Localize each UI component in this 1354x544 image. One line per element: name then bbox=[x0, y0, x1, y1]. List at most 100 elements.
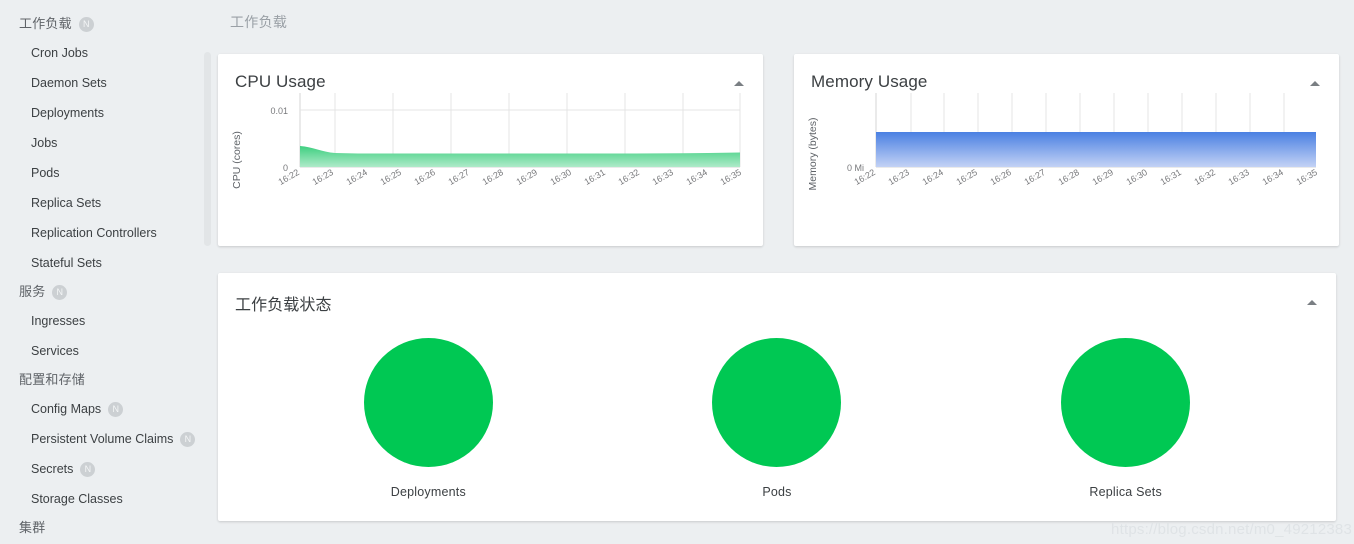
svg-text:16:26: 16:26 bbox=[412, 167, 437, 187]
memory-usage-chart: Memory (bytes) 0 Mi 16:22 16:23 16:24 16… bbox=[794, 92, 1339, 212]
sidebar-item-daemon-sets[interactable]: Daemon Sets bbox=[0, 68, 216, 98]
svg-text:CPU (cores): CPU (cores) bbox=[231, 131, 243, 189]
sidebar-item-storage-classes[interactable]: Storage Classes bbox=[0, 484, 216, 514]
dashboard-root: 工作负载 N Cron Jobs Daemon Sets Deployments… bbox=[0, 0, 1354, 544]
svg-text:16:28: 16:28 bbox=[480, 167, 505, 187]
svg-text:16:32: 16:32 bbox=[616, 167, 641, 187]
sidebar-item-cron-jobs[interactable]: Cron Jobs bbox=[0, 38, 216, 68]
replica-sets-status-pie[interactable] bbox=[1061, 338, 1191, 467]
svg-text:16:26: 16:26 bbox=[988, 167, 1013, 187]
sidebar-item-label: Config Maps bbox=[31, 402, 102, 416]
svg-text:16:30: 16:30 bbox=[548, 167, 573, 187]
deployments-status-pie[interactable] bbox=[363, 338, 493, 467]
svg-text:16:31: 16:31 bbox=[582, 167, 607, 187]
sidebar-item-pods[interactable]: Pods bbox=[0, 158, 216, 188]
main-content: 工作负载 CPU Usage CPU (cores) 0.01 0 16:22 … bbox=[216, 0, 1354, 544]
cpu-card-title: CPU Usage bbox=[235, 72, 326, 91]
cpu-usage-card: CPU Usage CPU (cores) 0.01 0 16:22 16:23… bbox=[218, 54, 763, 246]
sidebar-item-label: Ingresses bbox=[31, 314, 86, 328]
sidebar-item-secrets[interactable]: Secrets N bbox=[0, 454, 216, 484]
sidebar-item-replica-sets[interactable]: Replica Sets bbox=[0, 188, 216, 218]
svg-text:16:27: 16:27 bbox=[446, 167, 471, 187]
cpu-usage-chart: CPU (cores) 0.01 0 16:22 16:23 16:24 16:… bbox=[218, 92, 763, 212]
namespace-badge: N bbox=[52, 284, 68, 300]
workload-status-title: 工作负载状态 bbox=[235, 297, 332, 314]
sidebar-group-label: 配置和存储 bbox=[19, 372, 86, 387]
svg-text:16:28: 16:28 bbox=[1056, 167, 1081, 187]
memory-card-title: Memory Usage bbox=[811, 72, 928, 91]
svg-text:16:33: 16:33 bbox=[1226, 167, 1251, 187]
sidebar-item-ingresses[interactable]: Ingresses bbox=[0, 306, 216, 336]
sidebar-group-config-storage[interactable]: 配置和存储 bbox=[0, 366, 216, 394]
sidebar-group-services[interactable]: 服务 N bbox=[0, 278, 216, 306]
svg-text:16:23: 16:23 bbox=[310, 167, 335, 187]
chevron-up-icon[interactable] bbox=[1310, 78, 1321, 89]
svg-text:16:29: 16:29 bbox=[514, 167, 539, 187]
svg-text:16:33: 16:33 bbox=[650, 167, 675, 187]
svg-text:16:34: 16:34 bbox=[1260, 167, 1285, 187]
svg-text:16:24: 16:24 bbox=[344, 167, 369, 187]
sidebar-item-label: Storage Classes bbox=[31, 492, 123, 506]
sidebar-item-config-maps[interactable]: Config Maps N bbox=[0, 394, 216, 424]
sidebar-item-label: Cron Jobs bbox=[31, 46, 88, 60]
svg-text:16:27: 16:27 bbox=[1022, 167, 1047, 187]
sidebar-scroll-area[interactable]: 工作负载 N Cron Jobs Daemon Sets Deployments… bbox=[0, 0, 216, 544]
workload-status-header: 工作负载状态 bbox=[218, 273, 1336, 315]
sidebar-item-jobs[interactable]: Jobs bbox=[0, 128, 216, 158]
svg-text:16:23: 16:23 bbox=[886, 167, 911, 187]
status-group-pods: Pods bbox=[603, 338, 952, 499]
sidebar-group-cluster[interactable]: 集群 bbox=[0, 514, 216, 542]
sidebar-scrollbar[interactable] bbox=[204, 52, 211, 246]
svg-text:16:25: 16:25 bbox=[378, 167, 403, 187]
memory-card-header: Memory Usage bbox=[794, 54, 1339, 92]
svg-text:16:34: 16:34 bbox=[684, 167, 709, 187]
pods-status-pie[interactable] bbox=[712, 338, 842, 467]
svg-text:16:35: 16:35 bbox=[1294, 167, 1319, 187]
svg-text:16:30: 16:30 bbox=[1124, 167, 1149, 187]
namespace-badge: N bbox=[180, 431, 196, 447]
status-group-replica-sets: Replica Sets bbox=[951, 338, 1300, 499]
memory-usage-card: Memory Usage Memory (bytes) 0 Mi 16:22 1… bbox=[794, 54, 1339, 246]
sidebar-group-label: 集群 bbox=[19, 520, 46, 535]
sidebar-item-replication-controllers[interactable]: Replication Controllers bbox=[0, 218, 216, 248]
sidebar-item-label: Stateful Sets bbox=[31, 256, 102, 270]
sidebar-item-deployments[interactable]: Deployments bbox=[0, 98, 216, 128]
status-label: Deployments bbox=[390, 485, 466, 499]
svg-text:16:35: 16:35 bbox=[718, 167, 743, 187]
sidebar-item-label: Replication Controllers bbox=[31, 226, 157, 240]
svg-text:16:24: 16:24 bbox=[920, 167, 945, 187]
namespace-badge: N bbox=[78, 16, 94, 32]
svg-text:Memory (bytes): Memory (bytes) bbox=[807, 118, 819, 191]
sidebar-item-stateful-sets[interactable]: Stateful Sets bbox=[0, 248, 216, 278]
sidebar-group-workloads[interactable]: 工作负载 N bbox=[0, 10, 216, 38]
sidebar-item-services[interactable]: Services bbox=[0, 336, 216, 366]
sidebar-item-label: Persistent Volume Claims bbox=[31, 432, 174, 446]
status-label: Replica Sets bbox=[1089, 485, 1162, 499]
cpu-card-header: CPU Usage bbox=[218, 54, 763, 92]
workload-status-body: Deployments Pods Replica Sets bbox=[218, 315, 1336, 499]
svg-text:16:25: 16:25 bbox=[954, 167, 979, 187]
status-label: Pods bbox=[762, 485, 792, 499]
svg-text:16:29: 16:29 bbox=[1090, 167, 1115, 187]
sidebar-item-label: Jobs bbox=[31, 136, 58, 150]
sidebar-item-persistent-volume-claims[interactable]: Persistent Volume Claims N bbox=[0, 424, 216, 454]
sidebar-item-label: Deployments bbox=[31, 106, 104, 120]
svg-text:0.01: 0.01 bbox=[270, 106, 288, 116]
chevron-up-icon[interactable] bbox=[1307, 297, 1318, 308]
namespace-badge: N bbox=[80, 461, 96, 477]
sidebar-item-label: Replica Sets bbox=[31, 196, 102, 210]
sidebar-group-label: 服务 bbox=[19, 284, 46, 299]
sidebar-group-label: 工作负载 bbox=[19, 16, 72, 31]
sidebar-item-label: Pods bbox=[31, 166, 60, 180]
chevron-up-icon[interactable] bbox=[734, 78, 745, 89]
sidebar-item-label: Daemon Sets bbox=[31, 76, 107, 90]
status-group-deployments: Deployments bbox=[254, 338, 603, 499]
metrics-cards-row: CPU Usage CPU (cores) 0.01 0 16:22 16:23… bbox=[216, 32, 1354, 246]
watermark: https://blog.csdn.net/m0_49212383 bbox=[1111, 521, 1352, 538]
page-title: 工作负载 bbox=[230, 14, 288, 30]
namespace-badge: N bbox=[108, 401, 124, 417]
svg-text:16:22: 16:22 bbox=[276, 167, 301, 187]
sidebar-item-label: Services bbox=[31, 344, 79, 358]
workload-status-card: 工作负载状态 Deployments Pods Replica Sets bbox=[218, 273, 1336, 521]
sidebar: 工作负载 N Cron Jobs Daemon Sets Deployments… bbox=[0, 0, 216, 544]
